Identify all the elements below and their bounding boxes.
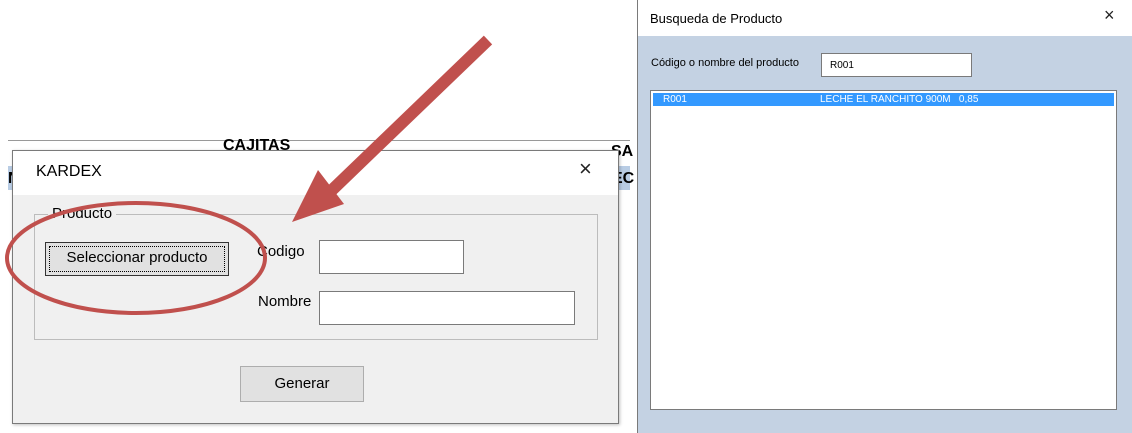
busqueda-title: Busqueda de Producto	[650, 11, 783, 26]
codigo-field[interactable]	[319, 240, 464, 274]
busqueda-body: Código o nombre del producto R001 R001 L…	[638, 36, 1132, 433]
result-code: R001	[663, 94, 687, 105]
codigo-label: Codigo	[257, 243, 305, 260]
kardex-titlebar[interactable]: KARDEX ×	[13, 151, 618, 195]
close-icon[interactable]: ×	[1104, 5, 1115, 26]
generate-button-label: Generar	[274, 375, 330, 392]
producto-group-label: Producto	[48, 205, 117, 222]
nombre-label: Nombre	[258, 293, 312, 310]
close-icon[interactable]: ×	[579, 156, 592, 182]
focus-rectangle	[49, 246, 225, 272]
kardex-dialog: KARDEX × Producto Seleccionar producto C…	[12, 150, 619, 424]
results-listbox[interactable]: R001 LECHE EL RANCHITO 900M 0,85	[650, 90, 1117, 410]
nombre-field[interactable]	[319, 291, 575, 325]
kardex-title: KARDEX	[36, 163, 102, 180]
list-item[interactable]: R001 LECHE EL RANCHITO 900M 0,85	[653, 93, 1114, 106]
result-description: LECHE EL RANCHITO 900M 0,85	[820, 94, 979, 105]
search-input[interactable]: R001	[821, 53, 972, 77]
busqueda-dialog: Busqueda de Producto × Código o nombre d…	[637, 0, 1132, 433]
select-product-button[interactable]: Seleccionar producto	[45, 242, 229, 276]
search-label: Código o nombre del producto	[651, 57, 799, 69]
busqueda-titlebar[interactable]: Busqueda de Producto ×	[638, 0, 1132, 36]
generate-button[interactable]: Generar	[240, 366, 364, 402]
